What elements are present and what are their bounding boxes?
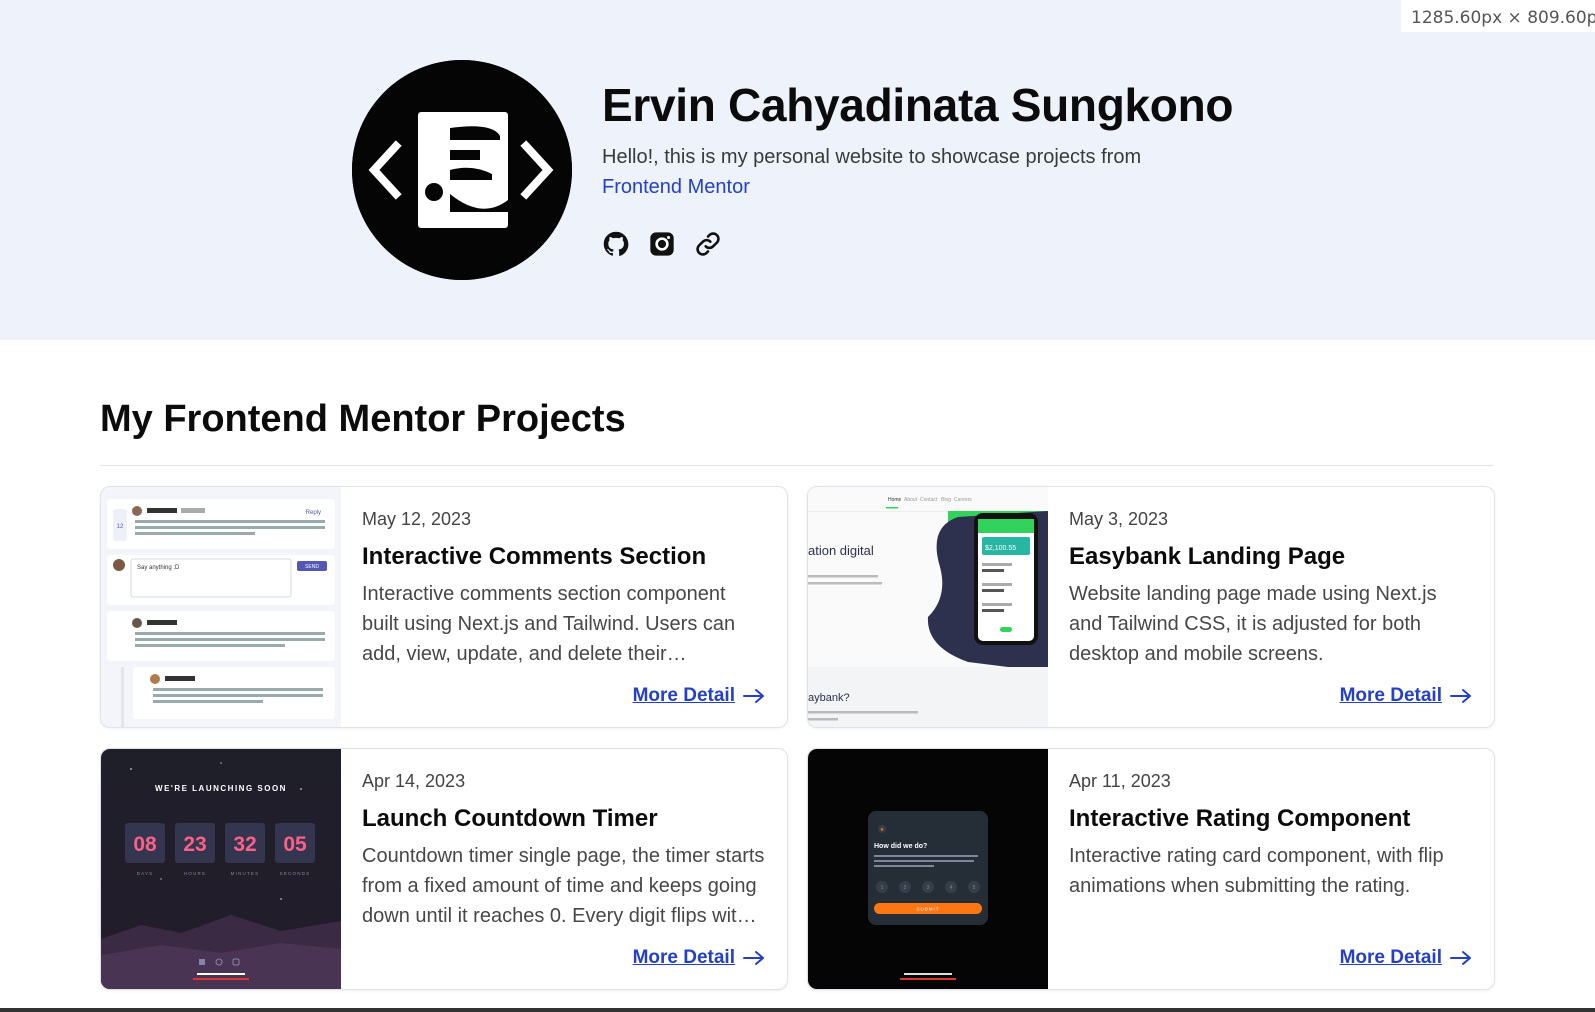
countdown-seconds: 05 <box>283 833 307 856</box>
more-detail-label: More Detail <box>1339 947 1442 968</box>
vote-count: 12 <box>117 524 124 530</box>
project-date: May 3, 2023 <box>1069 509 1169 529</box>
arrow-right-icon <box>743 689 764 703</box>
thumb-question: aybank? <box>808 692 850 704</box>
project-title: Interactive Comments Section <box>362 543 707 570</box>
rating-3: 3 <box>927 885 930 891</box>
more-detail-label: More Detail <box>632 947 735 968</box>
project-thumbnail: Reply 12 Say anything :D SEND <box>101 487 341 727</box>
project-date: Apr 11, 2023 <box>1069 771 1171 791</box>
more-detail-label: More Detail <box>632 685 735 706</box>
project-title: Easybank Landing Page <box>1069 543 1346 570</box>
viewport-size-badge: 1285.60px × 809.60px <box>1401 0 1595 32</box>
countdown-hours: 23 <box>183 833 206 856</box>
more-detail-link[interactable]: More Detail <box>1340 685 1472 707</box>
countdown-minutes-label: MINUTES <box>231 871 260 876</box>
project-thumbnail: ★ How did we do? 1 2 3 4 5 SUBMIT <box>808 749 1048 989</box>
project-title: Interactive Rating Component <box>1069 805 1411 832</box>
more-detail-label: More Detail <box>1339 685 1442 706</box>
project-card[interactable]: Reply 12 Say anything :D SEND May 12, 20… <box>100 486 788 728</box>
project-card-body: Apr 11, 2023 Interactive Rating Componen… <box>1069 769 1474 931</box>
countdown-heading: WE'RE LAUNCHING SOON <box>155 784 287 793</box>
project-thumbnail: Home About Contact Blog Careers $2,100.5… <box>808 487 1048 727</box>
countdown-days-label: DAYS <box>137 871 154 876</box>
more-detail-link[interactable]: More Detail <box>633 947 765 969</box>
project-card-body: May 12, 2023 Interactive Comments Sectio… <box>362 507 767 669</box>
project-description: Interactive rating card component, with … <box>1069 845 1444 897</box>
profile-name: Ervin Cahyadinata Sungkono <box>602 79 1234 131</box>
countdown-seconds-label: SECONDS <box>280 871 311 876</box>
project-card-body: May 3, 2023 Easybank Landing Page Websit… <box>1069 507 1474 669</box>
thumb-nav-about: About <box>904 497 918 503</box>
arrow-right-icon <box>743 951 764 965</box>
project-description: Website landing page made using Next.js … <box>1069 583 1437 665</box>
project-card-body: Apr 14, 2023 Launch Countdown Timer Coun… <box>362 769 767 931</box>
project-description: Interactive comments section component b… <box>362 583 736 665</box>
github-icon[interactable] <box>602 230 630 258</box>
thumb-nav-careers: Careers <box>954 497 972 503</box>
project-title: Launch Countdown Timer <box>362 805 658 832</box>
countdown-days: 08 <box>133 833 157 856</box>
instagram-icon[interactable] <box>648 230 676 258</box>
rating-1: 1 <box>881 885 884 891</box>
logo-icon <box>352 60 572 280</box>
profile-hero: Ervin Cahyadinata Sungkono Hello!, this … <box>0 0 1595 340</box>
rating-5: 5 <box>973 885 976 891</box>
thumb-headline: ation digital <box>808 543 874 558</box>
project-date: Apr 14, 2023 <box>362 771 466 791</box>
link-icon[interactable] <box>694 230 722 258</box>
thumb-nav-home: Home <box>888 497 902 503</box>
countdown-minutes: 32 <box>233 833 256 856</box>
thumb-nav-blog: Blog <box>941 497 951 503</box>
section-title: My Frontend Mentor Projects <box>100 398 626 440</box>
window-bottom-edge <box>0 1008 1595 1012</box>
social-links <box>602 230 722 258</box>
thumb-balance: $2,100.55 <box>985 545 1016 552</box>
project-card[interactable]: WE'RE LAUNCHING SOON 08 23 32 05 DAYS HO… <box>100 748 788 990</box>
arrow-right-icon <box>1450 951 1471 965</box>
project-card[interactable]: Home About Contact Blog Careers $2,100.5… <box>807 486 1495 728</box>
reply-label: Reply <box>306 510 321 516</box>
section-divider <box>100 465 1494 466</box>
frontend-mentor-link[interactable]: Frontend Mentor <box>602 176 750 198</box>
rating-submit: SUBMIT <box>916 907 939 912</box>
project-date: May 12, 2023 <box>362 509 472 529</box>
project-description: Countdown timer single page, the timer s… <box>362 845 765 927</box>
thumb-nav-contact: Contact <box>920 497 938 503</box>
svg-text:★: ★ <box>880 827 885 833</box>
more-detail-link[interactable]: More Detail <box>633 685 765 707</box>
avatar <box>352 60 572 280</box>
project-card[interactable]: ★ How did we do? 1 2 3 4 5 SUBMIT Apr 11… <box>807 748 1495 990</box>
rating-4: 4 <box>950 885 953 891</box>
rating-question: How did we do? <box>874 843 927 850</box>
arrow-right-icon <box>1450 689 1471 703</box>
project-thumbnail: WE'RE LAUNCHING SOON 08 23 32 05 DAYS HO… <box>101 749 341 989</box>
countdown-hours-label: HOURS <box>184 871 206 876</box>
more-detail-link[interactable]: More Detail <box>1340 947 1472 969</box>
profile-intro: Hello!, this is my personal website to s… <box>602 142 1162 202</box>
send-label: SEND <box>305 564 319 570</box>
thumb-input-text: Say anything :D <box>137 565 180 571</box>
rating-2: 2 <box>904 885 907 891</box>
intro-text: Hello!, this is my personal website to s… <box>602 146 1142 168</box>
